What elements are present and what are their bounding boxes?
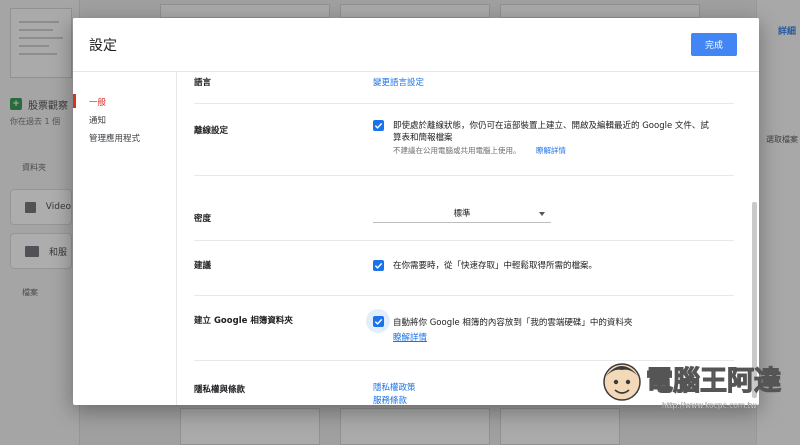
google-photos-label: 建立 Google 相簿資料夾 [194, 316, 293, 326]
offline-description-line1: 即使處於離線狀態，你仍可在這部裝置上建立、開啟及編輯最近的 Google 文件、… [393, 121, 709, 131]
offline-label: 離線設定 [194, 126, 229, 136]
settings-dialog: 設定 完成 一般 通知 管理應用程式 語言 變更語言設定 離線設定 即使處於離線… [73, 18, 759, 405]
google-photos-learn-more-link[interactable]: 瞭解詳情 [393, 331, 427, 343]
done-button[interactable]: 完成 [691, 33, 737, 56]
density-select[interactable]: 標準 [373, 205, 551, 223]
language-label: 語言 [194, 78, 212, 88]
divider [194, 240, 734, 241]
nav-active-indicator [73, 94, 76, 108]
checkmark-icon [374, 122, 383, 129]
kocpc-watermark-logo: 電腦王阿達 http://www.kocpc.com.tw [603, 363, 782, 410]
suggestions-description: 在你需要時，從「快速存取」中輕鬆取得所需的檔案。 [393, 261, 598, 271]
checkmark-icon [374, 262, 383, 269]
divider [194, 103, 734, 104]
nav-item-manage-apps[interactable]: 管理應用程式 [89, 132, 140, 144]
checkmark-icon [374, 318, 383, 325]
offline-description-line2: 算表和簡報檔案 [393, 133, 453, 143]
svg-text:http://www.kocpc.com.tw: http://www.kocpc.com.tw [662, 401, 757, 410]
suggestions-label: 建議 [194, 261, 212, 271]
offline-checkbox[interactable] [373, 120, 384, 131]
nav-item-notifications[interactable]: 通知 [89, 114, 106, 126]
privacy-terms-label: 隱私權與條款 [194, 385, 246, 395]
nav-item-general[interactable]: 一般 [89, 96, 106, 108]
divider [194, 175, 734, 176]
suggestions-checkbox[interactable] [373, 260, 384, 271]
dropdown-caret-icon [539, 212, 545, 216]
divider [194, 295, 734, 296]
settings-nav: 一般 通知 管理應用程式 [73, 72, 177, 405]
density-label: 密度 [194, 214, 212, 224]
dialog-header: 設定 完成 [73, 18, 759, 72]
terms-of-service-link[interactable]: 服務條款 [373, 394, 407, 405]
svg-text:電腦王阿達: 電腦王阿達 [646, 366, 781, 397]
offline-learn-more-link[interactable]: 瞭解詳情 [536, 145, 566, 156]
google-photos-checkbox[interactable] [373, 316, 384, 327]
density-select-value: 標準 [453, 209, 471, 219]
dialog-title: 設定 [89, 38, 117, 54]
offline-hint: 不建議在公用電腦或共用電腦上使用。 [393, 146, 521, 155]
privacy-policy-link[interactable]: 隱私權政策 [373, 381, 416, 393]
google-photos-description: 自動將你 Google 相簿的內容放到「我的雲端硬碟」中的資料夾 [393, 318, 633, 328]
change-language-link[interactable]: 變更語言設定 [373, 76, 424, 88]
